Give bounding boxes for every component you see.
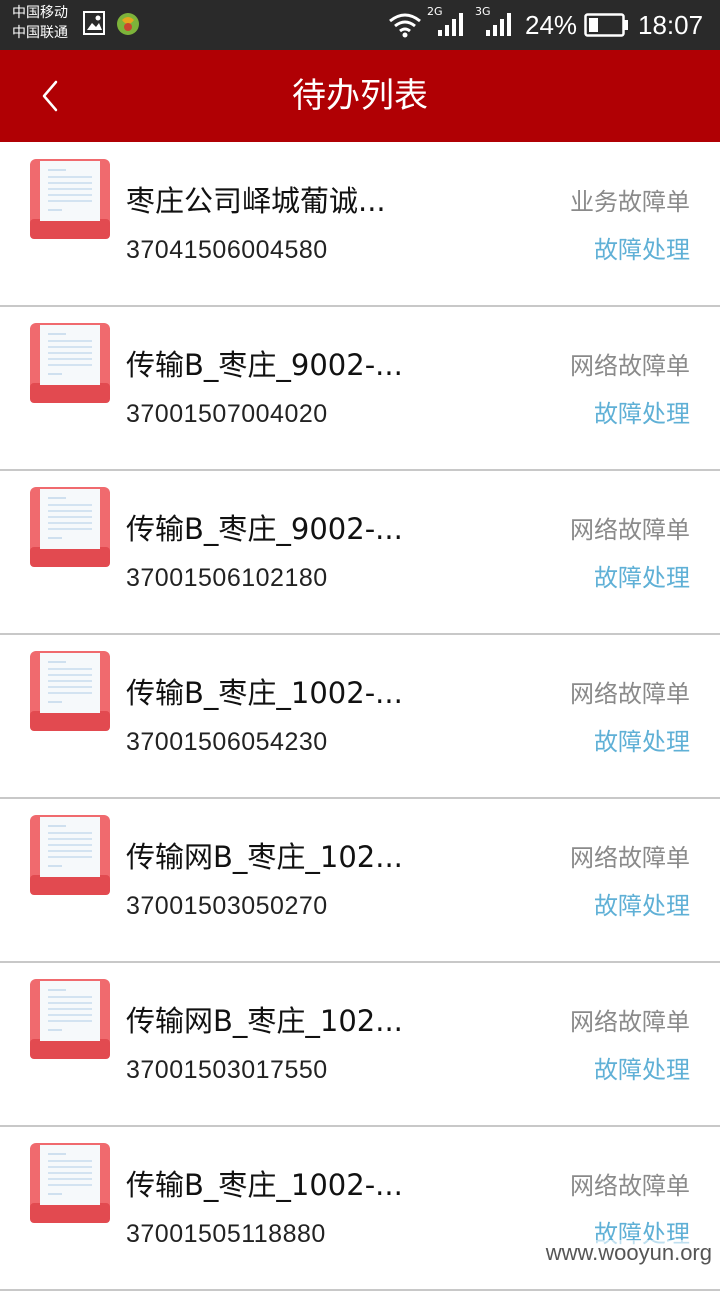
item-title: 传输网B_枣庄_102... bbox=[126, 840, 403, 874]
status-bar: 中国移动 中国联通 2G 3G 24% 18:07 bbox=[0, 0, 720, 50]
todo-list: 枣庄公司峄城葡诚... 37041506004580 业务故障单 故障处理 传输… bbox=[0, 143, 720, 1291]
list-item[interactable]: 传输网B_枣庄_102... 37001503050270 网络故障单 故障处理 bbox=[0, 799, 720, 963]
item-title: 传输B_枣庄_1002-... bbox=[126, 676, 403, 710]
item-id: 37001507004020 bbox=[126, 400, 328, 428]
fault-handle-link[interactable]: 故障处理 bbox=[594, 725, 690, 759]
document-icon bbox=[30, 815, 110, 897]
item-title: 传输B_枣庄_1002-... bbox=[126, 1168, 403, 1202]
signal-icon-2 bbox=[484, 12, 514, 42]
item-id: 37001505118880 bbox=[126, 1220, 326, 1248]
document-icon bbox=[30, 979, 110, 1061]
carrier-2: 中国联通 bbox=[12, 25, 68, 41]
carrier-info: 中国移动 中国联通 bbox=[12, 3, 68, 43]
app-notification-icon bbox=[114, 10, 142, 42]
document-icon bbox=[30, 1143, 110, 1225]
document-icon bbox=[30, 159, 110, 241]
fault-handle-link[interactable]: 故障处理 bbox=[594, 1053, 690, 1087]
item-id: 37001506102180 bbox=[126, 564, 328, 592]
list-item[interactable]: 传输B_枣庄_1002-... 37001505118880 网络故障单 故障处… bbox=[0, 1127, 720, 1291]
signal-icon-1 bbox=[436, 12, 466, 42]
item-title: 传输B_枣庄_9002-... bbox=[126, 512, 403, 546]
battery-percent: 24% bbox=[525, 10, 578, 40]
item-title: 枣庄公司峄城葡诚... bbox=[126, 184, 386, 218]
item-type: 网络故障单 bbox=[570, 680, 690, 708]
list-item[interactable]: 枣庄公司峄城葡诚... 37041506004580 业务故障单 故障处理 bbox=[0, 143, 720, 307]
watermark: www.wooyun.org bbox=[545, 1240, 712, 1266]
item-type: 网络故障单 bbox=[570, 516, 690, 544]
item-type: 业务故障单 bbox=[570, 188, 690, 216]
fault-handle-link[interactable]: 故障处理 bbox=[594, 889, 690, 923]
item-title: 传输网B_枣庄_102... bbox=[126, 1004, 403, 1038]
item-title: 传输B_枣庄_9002-... bbox=[126, 348, 403, 382]
carrier-1: 中国移动 bbox=[12, 5, 68, 21]
item-type: 网络故障单 bbox=[570, 844, 690, 872]
title-bar: 待办列表 bbox=[0, 50, 720, 142]
fault-handle-link[interactable]: 故障处理 bbox=[594, 233, 690, 267]
list-item[interactable]: 传输B_枣庄_9002-... 37001506102180 网络故障单 故障处… bbox=[0, 471, 720, 635]
item-id: 37041506004580 bbox=[126, 236, 328, 264]
item-type: 网络故障单 bbox=[570, 1008, 690, 1036]
wifi-icon bbox=[388, 12, 422, 42]
image-notification-icon bbox=[82, 10, 106, 40]
page-title: 待办列表 bbox=[292, 76, 428, 116]
list-item[interactable]: 传输网B_枣庄_102... 37001503017550 网络故障单 故障处理 bbox=[0, 963, 720, 1127]
clock: 18:07 bbox=[638, 10, 704, 40]
list-item[interactable]: 传输B_枣庄_1002-... 37001506054230 网络故障单 故障处… bbox=[0, 635, 720, 799]
chevron-left-icon bbox=[42, 80, 58, 112]
fault-handle-link[interactable]: 故障处理 bbox=[594, 561, 690, 595]
document-icon bbox=[30, 651, 110, 733]
item-id: 37001503050270 bbox=[126, 892, 328, 920]
item-type: 网络故障单 bbox=[570, 1172, 690, 1200]
list-item[interactable]: 传输B_枣庄_9002-... 37001507004020 网络故障单 故障处… bbox=[0, 307, 720, 471]
fault-handle-link[interactable]: 故障处理 bbox=[594, 397, 690, 431]
document-icon bbox=[30, 487, 110, 569]
back-button[interactable] bbox=[30, 74, 74, 118]
item-type: 网络故障单 bbox=[570, 352, 690, 380]
battery-icon bbox=[584, 12, 630, 42]
item-id: 37001506054230 bbox=[126, 728, 328, 756]
item-id: 37001503017550 bbox=[126, 1056, 328, 1084]
document-icon bbox=[30, 323, 110, 405]
